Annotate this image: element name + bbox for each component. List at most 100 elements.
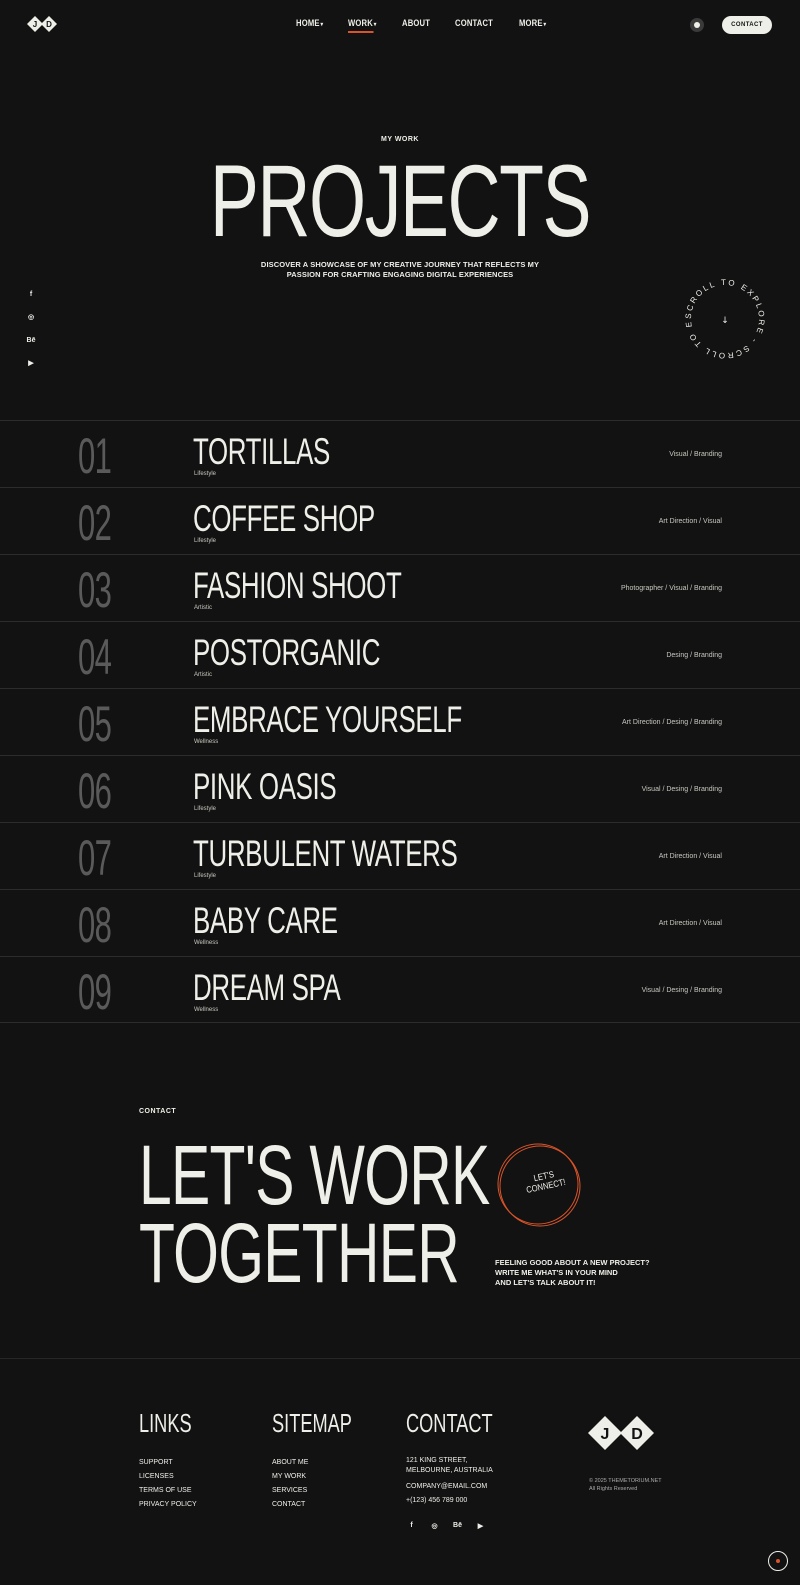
footer-link-about[interactable]: ABOUT ME [272,1456,386,1470]
project-number: 01 [78,428,112,484]
project-row[interactable]: 07 TURBULENT WATERS Lifestyle Art Direction… [0,822,800,889]
project-category: Wellness [194,739,219,745]
footer-contact-heading: CONTACT [406,1408,493,1438]
footer-link-contact[interactable]: CONTACT [272,1498,386,1512]
project-category: Lifestyle [194,806,217,812]
footer-link-terms[interactable]: TERMS OF USE [139,1484,214,1498]
project-row[interactable]: 09 DREAM SPA Wellness Visual / Desing / Bra… [0,956,800,1023]
project-tags: Art Direction / Visual [658,853,722,860]
project-tags: Visual / Branding [669,451,722,458]
arrow-down-icon: ↓ [721,316,729,326]
contact-title: LET'S WORK TOGETHER [139,1128,490,1301]
chevron-down-icon: ▾ [320,22,324,28]
behance-icon[interactable]: Bē [452,1522,463,1530]
contact-copy-line: AND LET'S TALK ABOUT IT! [495,1277,596,1287]
project-category: Lifestyle [194,471,217,477]
project-title[interactable]: TURBULENT WATERS [193,835,458,872]
footer-link-work[interactable]: MY WORK [272,1470,386,1484]
project-list: 01 TORTILLAS Lifestyle Visual / Branding 02 C… [0,420,800,1023]
footer-email[interactable]: COMPANY@EMAIL.COM [406,1480,530,1494]
project-row[interactable]: 05 EMBRACE YOURSELF Wellness Art Direction … [0,688,800,755]
project-category: Wellness [194,1007,219,1013]
dribbble-icon[interactable]: ◎ [24,313,38,323]
project-row[interactable]: 01 TORTILLAS Lifestyle Visual / Branding [0,420,800,487]
project-title[interactable]: COFFEE SHOP [193,500,375,537]
footer-divider [0,1358,800,1359]
contact-eyebrow: CONTACT [139,1108,177,1115]
project-category: Lifestyle [194,538,217,544]
project-number: 06 [78,763,112,819]
footer-phone[interactable]: +(123) 456 789 000 [406,1494,530,1508]
facebook-icon[interactable]: f [406,1522,417,1530]
copyright-line: © 2025 THEMETORIUM.NET [589,1478,662,1484]
project-number: 04 [78,629,112,685]
contact-title-line: LET'S WORK [139,1128,490,1222]
youtube-icon[interactable]: ▶ [24,359,38,369]
svg-text:D: D [46,20,52,29]
youtube-icon[interactable]: ▶ [475,1522,486,1530]
hero-subtitle-line: DISCOVER A SHOWCASE OF MY CREATIVE JOURN… [260,260,540,269]
project-title[interactable]: POSTORGANIC [193,634,380,671]
site-header: J D HOME▾ WORK▾ ABOUT CONTACT MORE▾ CONT… [0,0,800,50]
footer-links-heading: LINKS [139,1408,192,1438]
footer-logo[interactable]: J D [588,1410,658,1456]
project-category: Wellness [194,940,219,946]
project-category: Lifestyle [194,873,217,879]
project-row[interactable]: 08 BABY CARE Wellness Art Direction / Visua… [0,889,800,956]
project-title[interactable]: FASHION SHOOT [193,567,402,604]
scroll-to-explore-badge[interactable]: SCROLL TO EXPLORE - SCROLL TO EXPLORE - … [680,274,770,364]
project-category: Artistic [194,605,212,611]
dribbble-icon[interactable]: ◎ [429,1522,440,1530]
behance-icon[interactable]: Bē [24,336,38,346]
svg-text:D: D [631,1426,643,1443]
footer-socials: f ◎ Bē ▶ [406,1522,530,1530]
chevron-down-icon: ▾ [373,22,377,28]
footer-sitemap-heading: SITEMAP [272,1408,352,1438]
chevron-down-icon: ▾ [543,22,547,28]
main-nav: HOME▾ WORK▾ ABOUT CONTACT MORE▾ [296,18,571,33]
facebook-icon[interactable]: f [24,290,38,300]
project-title[interactable]: PINK OASIS [193,768,337,805]
footer-link-services[interactable]: SERVICES [272,1484,386,1498]
nav-more[interactable]: MORE▾ [519,18,546,28]
contact-button[interactable]: CONTACT [722,16,772,34]
project-number: 07 [78,830,112,886]
copyright-line: All Rights Reserved [589,1485,638,1492]
project-category: Artistic [194,672,212,678]
footer-link-support[interactable]: SUPPORT [139,1456,214,1470]
contact-copy-line: FEELING GOOD ABOUT A NEW PROJECT? [495,1258,650,1267]
theme-toggle[interactable] [690,18,704,32]
project-title[interactable]: DREAM SPA [193,969,341,1006]
footer-link-licenses[interactable]: LICENSES [139,1470,214,1484]
page-title: PROJECTS [209,144,592,258]
project-title[interactable]: EMBRACE YOURSELF [193,701,462,738]
social-sidebar: f ◎ Bē ▶ [24,290,38,369]
logo[interactable]: J D [27,13,59,35]
svg-text:J: J [601,1426,610,1443]
project-tags: Desing / Branding [666,652,722,659]
project-tags: Art Direction / Visual [658,920,722,927]
hero-eyebrow: MY WORK [381,136,419,143]
project-row[interactable]: 06 PINK OASIS Lifestyle Visual / Desing / B… [0,755,800,822]
footer-address-line: 121 KING STREET, [406,1457,468,1464]
back-to-top-button[interactable] [768,1551,788,1571]
project-tags: Visual / Desing / Branding [641,786,722,793]
project-title[interactable]: TORTILLAS [193,433,330,470]
nav-about[interactable]: ABOUT [402,18,430,28]
project-row[interactable]: 02 COFFEE SHOP Lifestyle Art Direction / Vi… [0,487,800,554]
nav-contact[interactable]: CONTACT [455,18,493,28]
nav-home[interactable]: HOME▾ [296,18,323,28]
project-number: 05 [78,696,112,752]
project-number: 02 [78,495,112,551]
project-row[interactable]: 04 POSTORGANIC Artistic Desing / Branding [0,621,800,688]
footer-link-privacy[interactable]: PRIVACY POLICY [139,1498,214,1512]
hero-subtitle-line: PASSION FOR CRAFTING ENGAGING DIGITAL EX… [286,269,514,279]
project-row[interactable]: 03 FASHION SHOOT Artistic Photographer / Vi… [0,554,800,621]
contact-title-line: TOGETHER [139,1206,460,1301]
footer-address-line: MELBOURNE, AUSTRALIA [406,1467,493,1474]
project-title[interactable]: BABY CARE [193,902,338,939]
footer-links: LINKS SUPPORT LICENSES TERMS OF USE PRIV… [139,1410,214,1512]
svg-text:J: J [33,20,37,29]
nav-work[interactable]: WORK▾ [348,18,377,33]
footer-contact: CONTACT 121 KING STREET, MELBOURNE, AUST… [406,1410,530,1530]
